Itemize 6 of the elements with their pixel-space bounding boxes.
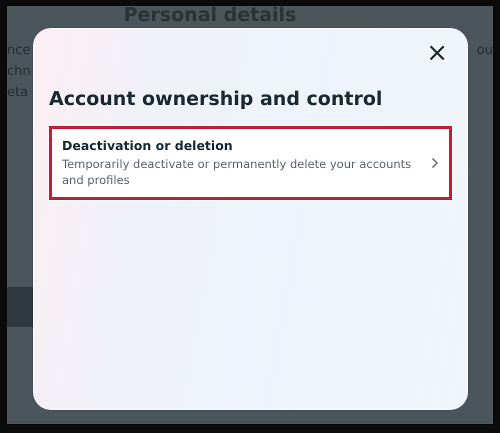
- item-description: Temporarily deactivate or permanently delete your accounts and profiles: [62, 156, 412, 188]
- close-button[interactable]: ×: [422, 42, 452, 64]
- menu-item[interactable]: Deactivation or deletion Temporarily deactivate or permanently delete your accounts and profiles: [49, 126, 452, 200]
- dialog-title: Account ownership and control: [49, 88, 384, 110]
- item-title: Deactivation or deletion: [62, 138, 234, 153]
- chevron-icon: [431, 157, 439, 169]
